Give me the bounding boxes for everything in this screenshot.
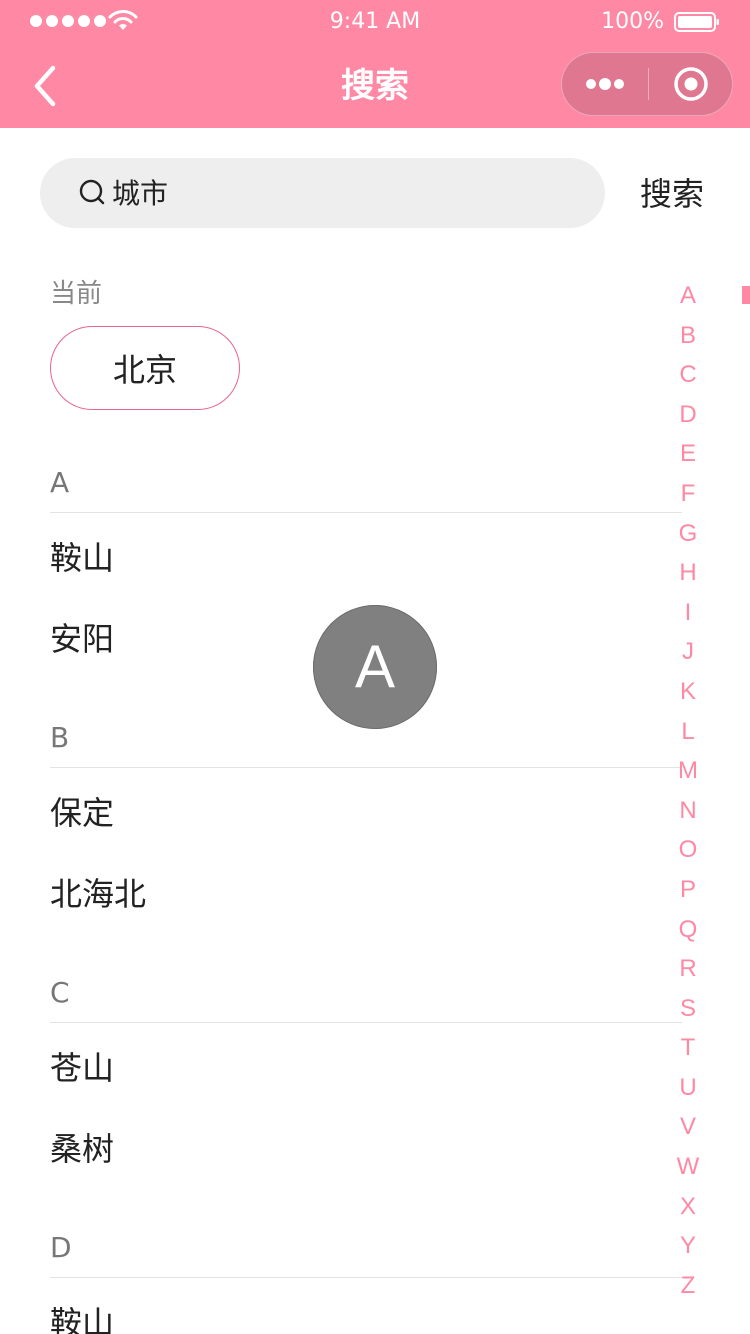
index-letter-e[interactable]: E [668, 438, 708, 478]
mini-program-capsule [561, 52, 733, 116]
city-item[interactable]: 桑树 [50, 1124, 650, 1174]
index-letter-i[interactable]: I [668, 597, 708, 637]
search-button[interactable]: 搜索 [640, 172, 720, 216]
index-letter-g[interactable]: G [668, 518, 708, 558]
index-letter-h[interactable]: H [668, 557, 708, 597]
index-letter-f[interactable]: F [668, 478, 708, 518]
index-letter-m[interactable]: M [668, 755, 708, 795]
battery-percentage: 100% [601, 9, 664, 34]
city-item[interactable]: 北海北 [50, 869, 650, 919]
city-item[interactable]: 保定 [50, 788, 650, 838]
index-letter-b[interactable]: B [668, 320, 708, 360]
status-bar: 9:41 AM 100% [0, 0, 750, 44]
current-letter-toast: A [313, 605, 437, 729]
index-letter-j[interactable]: J [668, 636, 708, 676]
index-letter-z[interactable]: Z [668, 1270, 708, 1310]
index-letter-o[interactable]: O [668, 834, 708, 874]
city-picker-page: 9:41 AM 100% 搜索 城市 搜索 当前 北京 A 鞍山 安阳 B 保定… [0, 0, 750, 1334]
navigation-bar: 搜索 [0, 44, 750, 128]
more-button[interactable] [562, 53, 648, 115]
header: 9:41 AM 100% 搜索 [0, 0, 750, 128]
index-letter-s[interactable]: S [668, 993, 708, 1033]
target-close-icon [674, 67, 708, 101]
index-letter-d[interactable]: D [668, 399, 708, 439]
index-letter-k[interactable]: K [668, 676, 708, 716]
index-letter-u[interactable]: U [668, 1072, 708, 1112]
section-header-a: A [50, 463, 682, 513]
index-letter-r[interactable]: R [668, 953, 708, 993]
index-letter-n[interactable]: N [668, 795, 708, 835]
search-icon [79, 179, 105, 205]
more-dots-icon [586, 78, 624, 90]
index-letter-c[interactable]: C [668, 359, 708, 399]
index-letter-x[interactable]: X [668, 1191, 708, 1231]
current-city-label: 当前 [50, 279, 103, 309]
current-city-chip[interactable]: 北京 [50, 326, 240, 410]
section-header-c: C [50, 973, 682, 1023]
battery-icon [674, 12, 719, 32]
scrollbar-indicator [742, 286, 750, 304]
index-letter-t[interactable]: T [668, 1032, 708, 1072]
city-item[interactable]: 鞍山 [50, 1298, 650, 1334]
index-letter-l[interactable]: L [668, 716, 708, 756]
close-button[interactable] [649, 53, 733, 115]
city-item[interactable]: 鞍山 [50, 533, 650, 583]
index-letter-w[interactable]: W [668, 1151, 708, 1191]
alphabet-index-bar[interactable]: A B C D E F G H I J K L M N O P Q R S T … [668, 280, 708, 1309]
index-letter-a[interactable]: A [668, 280, 708, 320]
city-item[interactable]: 苍山 [50, 1043, 650, 1093]
search-input[interactable] [112, 172, 582, 214]
index-letter-q[interactable]: Q [668, 914, 708, 954]
section-header-d: D [50, 1228, 682, 1278]
index-letter-p[interactable]: P [668, 874, 708, 914]
index-letter-y[interactable]: Y [668, 1230, 708, 1270]
index-letter-v[interactable]: V [668, 1111, 708, 1151]
